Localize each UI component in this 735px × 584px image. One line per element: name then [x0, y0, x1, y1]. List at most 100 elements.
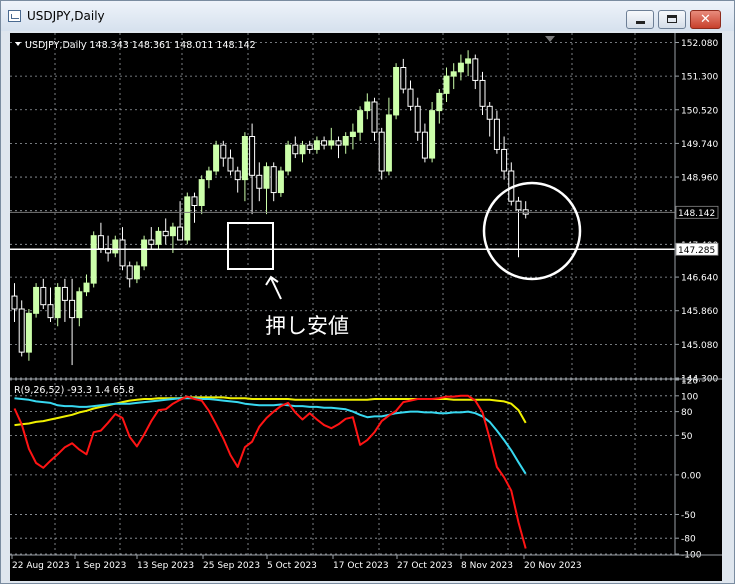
close-button[interactable]: ✕: [690, 10, 721, 29]
candle-body: [90, 235, 97, 284]
candle-body: [299, 144, 306, 155]
candle-body: [256, 174, 263, 189]
price-scale-label: 145.080: [681, 341, 718, 351]
candle-body: [313, 140, 320, 150]
indicator-scale-label: 50: [681, 432, 693, 442]
candle-body: [450, 71, 457, 77]
candle-body: [177, 226, 184, 241]
candle-body: [184, 196, 191, 241]
candle-body: [69, 299, 76, 319]
candle-body: [285, 144, 292, 172]
candle-body: [76, 291, 83, 319]
price-scale-label: 146.640: [681, 274, 718, 284]
candle-body: [393, 67, 400, 116]
indicator-scale-label: 100: [681, 392, 698, 402]
indicator-scale-label: -50: [681, 511, 696, 521]
maximize-button[interactable]: [658, 10, 686, 29]
candle: [429, 102, 436, 163]
indicator-scale-label: -80: [681, 535, 696, 545]
price-scale-label: 150.520: [681, 106, 718, 116]
price-scale-label: 148.960: [681, 174, 718, 184]
candle: [90, 231, 97, 288]
candle-body: [25, 312, 32, 353]
candle-body: [429, 110, 436, 159]
candle-body: [205, 170, 212, 181]
date-label: 25 Sep 2023: [203, 561, 260, 571]
candle-body: [169, 226, 176, 237]
candle: [393, 63, 400, 120]
candle-body: [191, 196, 198, 206]
candle-body: [277, 170, 284, 194]
candle-body: [515, 200, 522, 211]
candle-body: [148, 239, 155, 245]
price-tag-label: 147.285: [678, 246, 715, 256]
candle-body: [133, 265, 140, 280]
candle-body: [349, 131, 356, 137]
candle-body: [479, 79, 486, 107]
candle-body: [342, 136, 349, 146]
minimize-icon: [636, 21, 645, 24]
indicator-scale-label: 120: [681, 377, 698, 387]
candle-body: [486, 105, 493, 120]
candle-body: [328, 140, 335, 146]
chart-window-icon: [8, 10, 21, 22]
date-label: 17 Oct 2023: [333, 561, 389, 571]
candle-body: [83, 282, 90, 293]
candle-body: [162, 230, 169, 237]
pullback-low-label: 押し安値: [265, 314, 349, 338]
candle-body: [220, 144, 227, 159]
candle-body: [421, 131, 428, 159]
candle-body: [465, 58, 472, 64]
candle-body: [241, 136, 248, 181]
candle: [33, 283, 40, 318]
price-scale-label: 149.740: [681, 140, 718, 150]
candle-body: [119, 239, 126, 267]
candle-body: [155, 230, 162, 245]
candle-body: [61, 286, 68, 301]
chart-window: USDJPY,Daily ✕ 152.080 151.300 150.520 149.…: [0, 0, 735, 584]
candle-body: [112, 239, 119, 254]
candle-body: [198, 179, 205, 206]
price-tag-label: 148.142: [678, 209, 715, 219]
candle-body: [457, 62, 464, 73]
indicator-header: R(9,26,52) -93.3 1.4 65.8: [14, 385, 134, 396]
date-label: 27 Oct 2023: [397, 561, 453, 571]
candle-body: [385, 114, 392, 172]
chart-background: [10, 33, 722, 581]
close-icon: ✕: [700, 12, 711, 27]
date-label: 1 Sep 2023: [75, 561, 126, 571]
date-label: 8 Nov 2023: [461, 561, 513, 571]
price-scale-label: 152.080: [681, 39, 718, 49]
candle-body: [436, 92, 443, 112]
indicator-scale-label: 80: [681, 408, 693, 418]
candle-body: [141, 239, 148, 267]
candle-body: [364, 101, 371, 112]
candle-body: [400, 67, 407, 90]
window-title: USDJPY,Daily: [27, 9, 105, 23]
candle-body: [227, 157, 234, 172]
candle: [18, 300, 25, 357]
candle: [213, 140, 220, 176]
candle-body: [126, 265, 133, 280]
candle-body: [371, 101, 378, 133]
candle-body: [97, 235, 104, 250]
chart-canvas[interactable]: 152.080 151.300 150.520 149.740 148.960 148.1…: [10, 33, 722, 581]
candle-body: [234, 170, 241, 181]
candle-body: [493, 118, 500, 150]
candle: [285, 140, 292, 176]
date-label: 20 Nov 2023: [524, 561, 582, 571]
symbol-header: USDJPY,Daily 148.343 148.361 148.011 148…: [25, 40, 256, 51]
title-bar[interactable]: USDJPY,Daily ✕: [1, 1, 734, 31]
candle-body: [213, 144, 220, 172]
price-scale-label: 151.300: [681, 73, 718, 83]
candle-body: [249, 136, 256, 176]
date-label: 22 Aug 2023: [12, 561, 70, 571]
candle-body: [321, 140, 328, 146]
candle-body: [501, 148, 508, 172]
candle: [277, 166, 284, 197]
candle: [141, 235, 148, 271]
candle: [184, 192, 191, 245]
chart-area[interactable]: 152.080 151.300 150.520 149.740 148.960 148.1…: [10, 33, 722, 581]
minimize-button[interactable]: [626, 10, 654, 29]
candle-body: [54, 286, 61, 319]
